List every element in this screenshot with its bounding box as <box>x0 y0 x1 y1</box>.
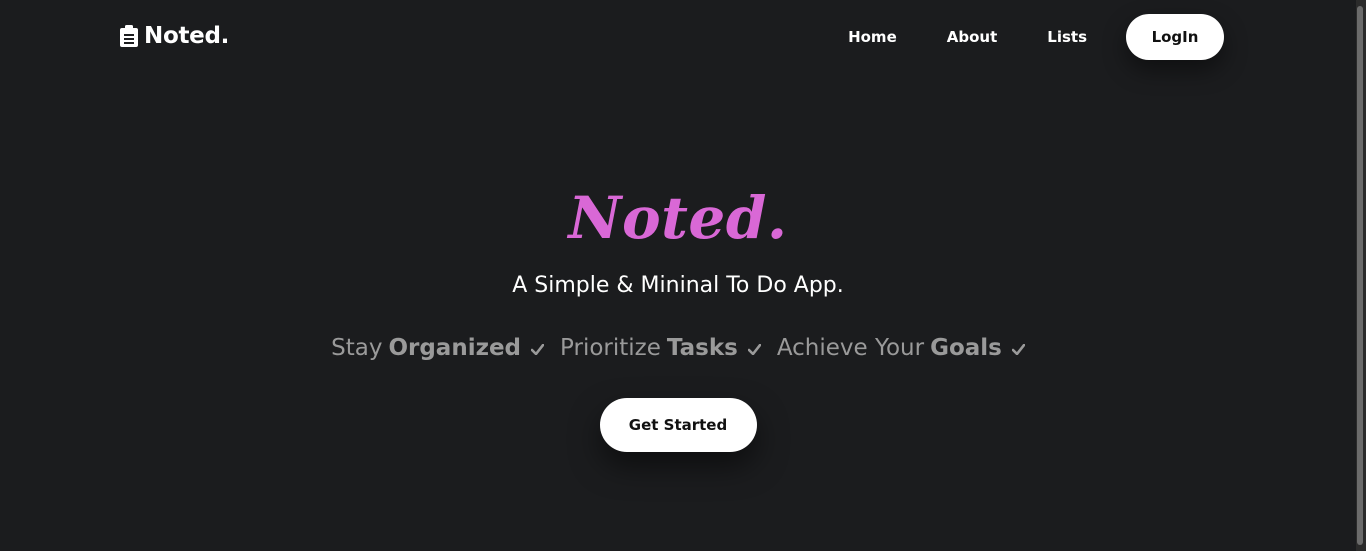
landing-page: Noted. Home About Lists LogIn Noted. A S… <box>0 0 1366 551</box>
get-started-button[interactable]: Get Started <box>599 398 757 452</box>
tagline-prefix: Achieve Your <box>776 335 925 361</box>
tagline-item-tasks: Prioritize Tasks <box>560 334 762 362</box>
tagline-item-organized: Stay Organized <box>331 334 545 362</box>
clipboard-icon <box>120 25 138 47</box>
check-icon <box>530 334 545 356</box>
main-nav: Home About Lists LogIn <box>848 14 1224 60</box>
hero-section: Noted. A Simple & Mininal To Do App. Sta… <box>0 180 1356 452</box>
hero-title: Noted. <box>568 184 788 252</box>
tagline: Stay Organized Prioritize Tasks Achieve … <box>0 334 1356 362</box>
nav-link-about[interactable]: About <box>922 14 1023 60</box>
tagline-prefix: Stay <box>331 335 383 361</box>
check-icon <box>747 334 762 356</box>
tagline-keyword: Tasks <box>666 335 738 361</box>
brand-name: Noted. <box>144 23 230 49</box>
navbar: Noted. Home About Lists LogIn <box>0 0 1356 72</box>
nav-link-lists[interactable]: Lists <box>1022 14 1112 60</box>
brand-logo[interactable]: Noted. <box>120 22 229 50</box>
scrollbar-thumb[interactable] <box>1357 6 1363 545</box>
tagline-item-goals: Achieve Your Goals <box>776 334 1026 362</box>
tagline-keyword: Organized <box>388 335 522 361</box>
check-icon <box>1011 334 1026 356</box>
tagline-keyword: Goals <box>930 335 1002 361</box>
vertical-scrollbar[interactable] <box>1356 0 1366 551</box>
nav-link-home[interactable]: Home <box>848 14 922 60</box>
hero-subtitle: A Simple & Mininal To Do App. <box>512 273 844 298</box>
tagline-prefix: Prioritize <box>560 335 661 361</box>
login-button[interactable]: LogIn <box>1126 14 1224 60</box>
